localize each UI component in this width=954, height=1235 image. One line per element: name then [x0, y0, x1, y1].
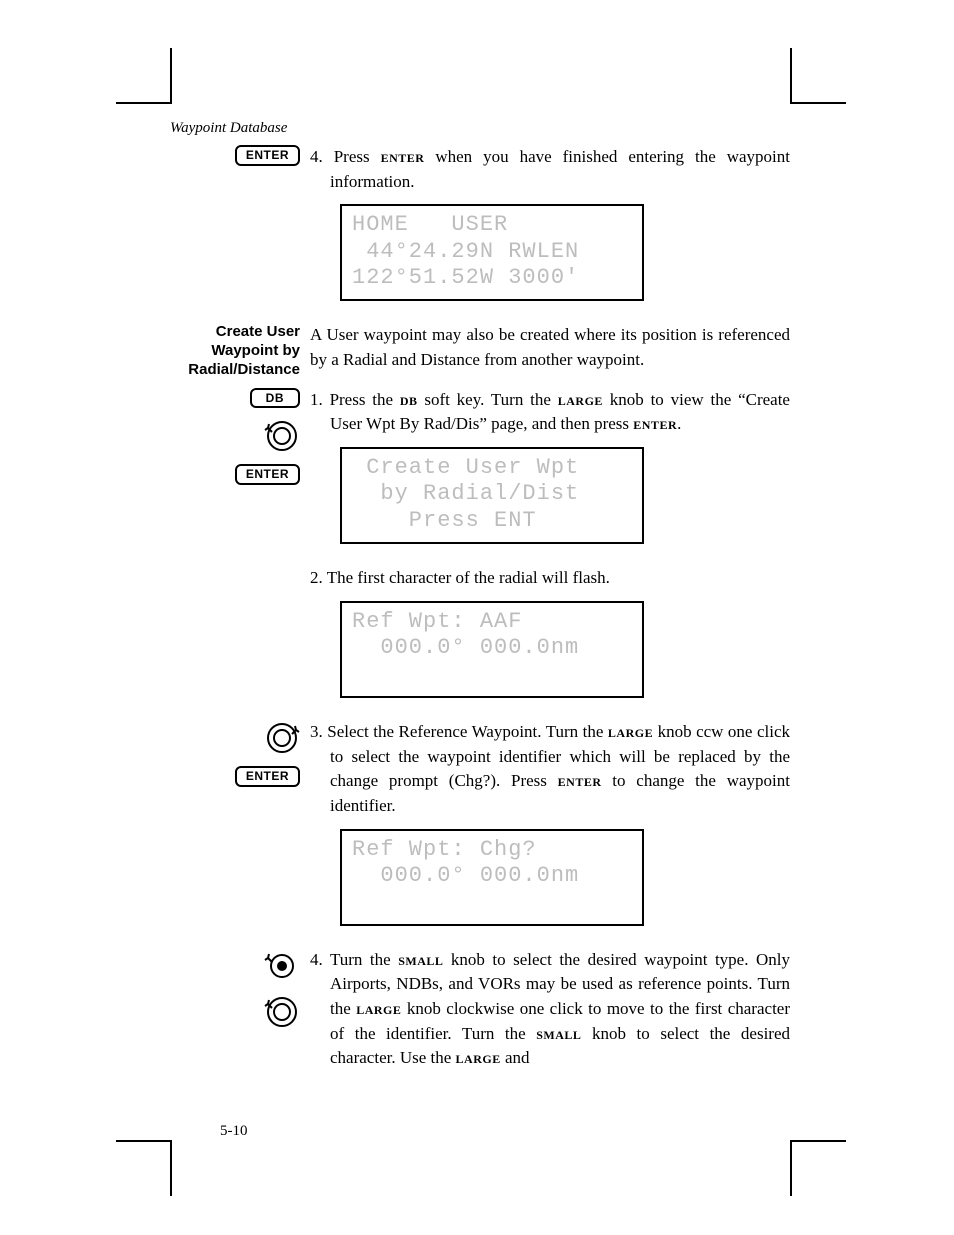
large-smallcaps: large	[558, 390, 603, 409]
large-knob-icon	[264, 994, 300, 1030]
crop-mark	[170, 48, 172, 104]
db-key-icon: DB	[250, 388, 300, 408]
large-smallcaps: large	[456, 1048, 501, 1067]
enter-smallcaps: enter	[381, 147, 425, 166]
crop-mark	[790, 48, 792, 104]
enter-smallcaps: enter	[633, 414, 677, 433]
enter-key-icon: ENTER	[235, 464, 300, 485]
body-text: 4. Press enter when you have finished en…	[310, 145, 790, 194]
page: Waypoint Database ENTER 4. Press enter w…	[170, 120, 790, 1077]
large-smallcaps: large	[608, 722, 653, 741]
lcd-display: HOME USER 44°24.29N RWLEN 122°51.52W 300…	[340, 204, 644, 301]
small-smallcaps: small	[398, 950, 443, 969]
small-smallcaps: small	[536, 1024, 581, 1043]
large-knob-icon	[264, 720, 300, 756]
body-text: 1. Press the db soft key. Turn the large…	[310, 388, 790, 437]
enter-key-icon: ENTER	[235, 145, 300, 166]
page-number: 5-10	[220, 1123, 248, 1140]
running-head: Waypoint Database	[170, 120, 790, 137]
crop-mark	[116, 102, 172, 104]
enter-key-icon: ENTER	[235, 766, 300, 787]
crop-mark	[790, 102, 846, 104]
body-text: 4. Turn the small knob to select the des…	[310, 948, 790, 1071]
side-heading: Create User Waypoint by Radial/Distance	[170, 323, 300, 379]
lcd-display: Create User Wpt by Radial/Dist Press ENT	[340, 447, 644, 544]
enter-smallcaps: enter	[558, 771, 602, 790]
crop-mark	[790, 1140, 792, 1196]
body-text: A User waypoint may also be created wher…	[310, 323, 790, 372]
lcd-display: Ref Wpt: Chg? 000.0° 000.0nm	[340, 829, 644, 926]
body-text: 3. Select the Reference Waypoint. Turn t…	[310, 720, 790, 819]
crop-mark	[790, 1140, 846, 1142]
body-text: 2. The first character of the radial wil…	[310, 566, 790, 591]
db-smallcaps: db	[400, 390, 418, 409]
small-knob-icon	[264, 948, 300, 984]
crop-mark	[170, 1140, 172, 1196]
large-smallcaps: large	[356, 999, 401, 1018]
lcd-display: Ref Wpt: AAF 000.0° 000.0nm	[340, 601, 644, 698]
large-knob-icon	[264, 418, 300, 454]
crop-mark	[116, 1140, 172, 1142]
